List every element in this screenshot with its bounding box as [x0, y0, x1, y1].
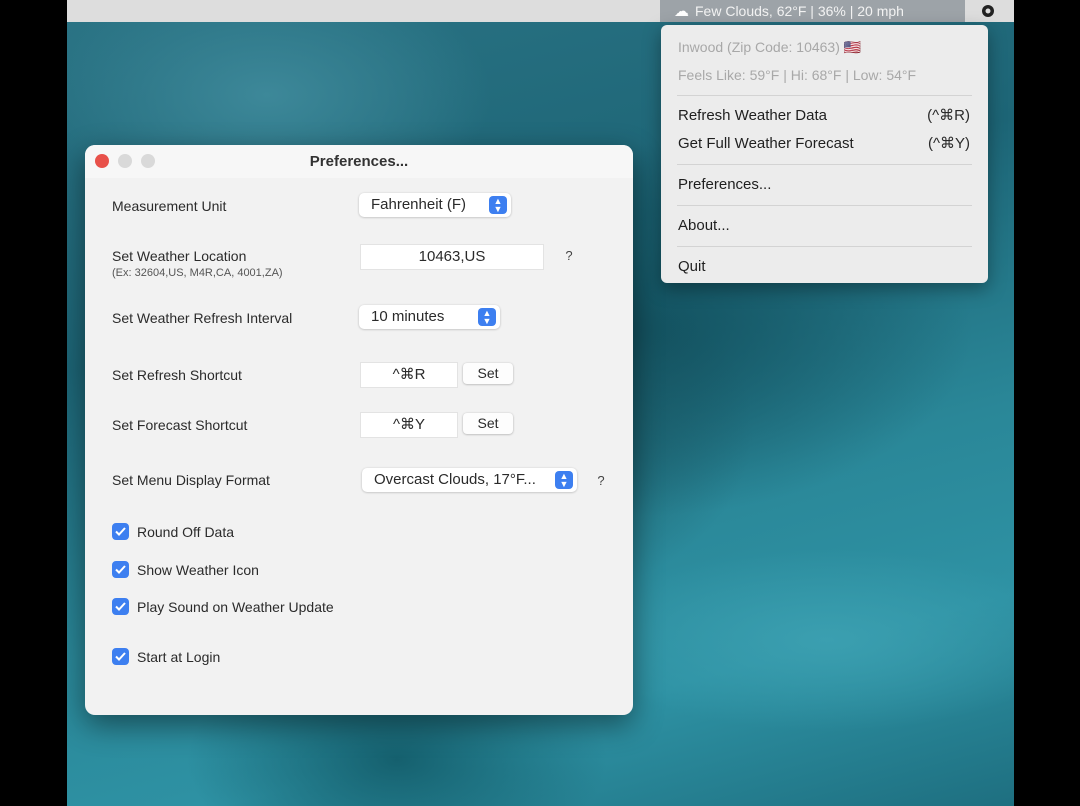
menu-item-full-forecast[interactable]: Get Full Weather Forecast (^⌘Y): [661, 130, 988, 158]
round-off-data-checkbox-row[interactable]: Round Off Data: [112, 523, 234, 540]
menubar-extra-icon[interactable]: [977, 1, 999, 21]
weather-status-item[interactable]: ☁ Few Clouds, 62°F | 36% | 20 mph: [660, 0, 965, 22]
checkbox-label: Show Weather Icon: [137, 561, 259, 578]
menu-item-label: Preferences...: [678, 176, 772, 193]
menu-item-label: About...: [678, 217, 730, 234]
refresh-interval-label: Set Weather Refresh Interval: [112, 310, 293, 326]
menu-item-label: Refresh Weather Data: [678, 107, 827, 124]
menu-item-quit[interactable]: Quit: [661, 253, 988, 281]
checkbox-checked-icon[interactable]: [112, 648, 129, 665]
menu-separator: [677, 164, 972, 165]
menu-separator: [677, 246, 972, 247]
display-format-select[interactable]: Overcast Clouds, 17°F... ▲ ▼: [362, 468, 577, 492]
checkbox-checked-icon[interactable]: [112, 598, 129, 615]
play-sound-checkbox-row[interactable]: Play Sound on Weather Update: [112, 598, 334, 615]
set-refresh-shortcut-button[interactable]: Set: [463, 363, 513, 384]
window-titlebar[interactable]: Preferences...: [85, 145, 633, 178]
refresh-shortcut-label: Set Refresh Shortcut: [112, 367, 242, 383]
forecast-shortcut-label: Set Forecast Shortcut: [112, 417, 248, 433]
menu-separator: [677, 205, 972, 206]
weather-location-hint: (Ex: 32604,US, M4R,CA, 4001,ZA): [112, 267, 283, 279]
select-arrows-icon: ▲ ▼: [478, 308, 496, 326]
refresh-shortcut-field[interactable]: ^⌘R: [360, 362, 458, 388]
weather-location-input[interactable]: 10463,US: [360, 244, 544, 270]
refresh-interval-value: 10 minutes: [371, 308, 445, 325]
weather-status-text: Few Clouds, 62°F | 36% | 20 mph: [695, 3, 904, 19]
menu-bar: ☁ Few Clouds, 62°F | 36% | 20 mph: [67, 0, 1014, 22]
measurement-unit-label: Measurement Unit: [112, 198, 227, 214]
menu-item-label: Quit: [678, 258, 706, 275]
set-forecast-shortcut-button[interactable]: Set: [463, 413, 513, 434]
checkbox-label: Round Off Data: [137, 523, 235, 540]
show-weather-icon-checkbox-row[interactable]: Show Weather Icon: [112, 561, 259, 578]
display-format-label: Set Menu Display Format: [112, 472, 270, 488]
checkbox-checked-icon[interactable]: [112, 561, 129, 578]
menu-feels-like-info: Feels Like: 59°F | Hi: 68°F | Low: 54°F: [678, 67, 917, 83]
menu-item-preferences[interactable]: Preferences...: [661, 171, 988, 199]
select-arrows-icon: ▲ ▼: [489, 196, 507, 214]
menu-item-label: Get Full Weather Forecast: [678, 135, 854, 152]
forecast-shortcut-field[interactable]: ^⌘Y: [360, 412, 458, 438]
menu-item-shortcut: (^⌘R): [927, 107, 970, 124]
checkbox-checked-icon[interactable]: [112, 523, 129, 540]
location-help-button[interactable]: ?: [559, 246, 579, 266]
menu-item-about[interactable]: About...: [661, 212, 988, 240]
menu-separator: [677, 95, 972, 96]
weather-dropdown-menu: Inwood (Zip Code: 10463) 🇺🇸 Feels Like: …: [661, 25, 988, 283]
checkbox-label: Start at Login: [137, 648, 221, 665]
window-title: Preferences...: [309, 153, 409, 170]
menu-location-info: Inwood (Zip Code: 10463) 🇺🇸: [678, 39, 862, 55]
display-format-value: Overcast Clouds, 17°F...: [374, 471, 536, 488]
display-format-help-button[interactable]: ?: [591, 471, 611, 491]
measurement-unit-value: Fahrenheit (F): [371, 196, 467, 213]
select-arrows-icon: ▲ ▼: [555, 471, 573, 489]
checkbox-label: Play Sound on Weather Update: [137, 598, 334, 615]
refresh-interval-select[interactable]: 10 minutes ▲ ▼: [359, 305, 500, 329]
cloud-icon: ☁: [674, 3, 689, 20]
menu-item-shortcut: (^⌘Y): [927, 135, 970, 152]
menu-item-refresh-weather[interactable]: Refresh Weather Data (^⌘R): [661, 102, 988, 130]
measurement-unit-select[interactable]: Fahrenheit (F) ▲ ▼: [359, 193, 511, 217]
preferences-window: Preferences... Measurement Unit Fahrenhe…: [85, 145, 633, 715]
weather-location-label: Set Weather Location: [112, 248, 247, 264]
start-at-login-checkbox-row[interactable]: Start at Login: [112, 648, 220, 665]
